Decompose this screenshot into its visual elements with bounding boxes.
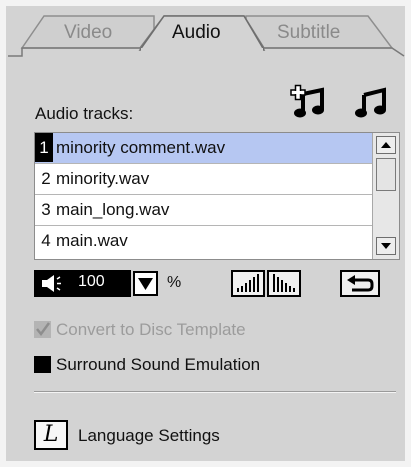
checkmark-icon [36,322,51,337]
track-name: minority.wav [56,169,150,188]
track-row-2[interactable]: 2 minority.wav [35,164,372,195]
add-music-track-button[interactable] [290,84,328,120]
convert-label: Convert to Disc Template [56,320,246,339]
arrow-down-icon [381,243,391,249]
scroll-thumb[interactable] [376,158,396,191]
tab-audio[interactable]: Audio [172,20,221,46]
audio-settings-panel: Video Audio Subtitle Audio tracks: 1 min… [6,6,405,461]
separator [34,391,396,393]
track-list-scrollbar[interactable] [372,133,399,259]
track-name: main.wav [56,231,128,250]
track-name: main_long.wav [56,200,170,219]
track-row-1[interactable]: 1 minority comment.wav [35,133,372,164]
speaker-icon [42,275,61,292]
add-music-track-icon [290,84,324,118]
track-number: 4 [41,231,51,250]
volume-fade-out-button[interactable] [267,270,301,297]
volume-control[interactable]: 100 [34,270,131,297]
volume-unit: % [167,274,182,291]
volume-row: 100 % [34,270,398,298]
track-row-3[interactable]: 3 main_long.wav [35,195,372,226]
audio-track-list[interactable]: 1 minority comment.wav 2 minority.wav 3 … [34,132,400,260]
scroll-down-button[interactable] [376,237,396,255]
tab-subtitle[interactable]: Subtitle [277,20,340,46]
audio-tracks-label: Audio tracks: [35,104,134,123]
reset-volume-button[interactable] [340,270,380,297]
tab-bar: Video Audio Subtitle [6,6,405,64]
volume-dropdown-button[interactable] [133,271,158,296]
track-number: 3 [41,200,51,219]
reset-arrow-icon [347,275,374,292]
track-name: minority comment.wav [56,138,226,157]
volume-value[interactable]: 100 [78,273,105,291]
scroll-up-button[interactable] [376,136,396,154]
tab-audio-join [141,48,263,58]
track-number: 1 [35,133,53,162]
arrow-up-icon [381,142,391,148]
convert-checkbox[interactable] [34,321,51,338]
volume-fade-in-button[interactable] [231,270,265,297]
surround-checkbox[interactable] [34,356,51,373]
volume-falling-icon [273,274,295,292]
triangle-down-icon [138,278,153,290]
track-row-4[interactable]: 4 main.wav [35,226,372,257]
volume-rising-icon [237,274,259,292]
music-note-icon [355,87,386,118]
music-track-button[interactable] [354,84,392,120]
track-number: 2 [41,169,51,188]
tab-video[interactable]: Video [64,20,112,46]
language-icon[interactable]: L [34,420,68,450]
surround-label: Surround Sound Emulation [56,355,261,374]
language-settings-label[interactable]: Language Settings [78,426,220,446]
